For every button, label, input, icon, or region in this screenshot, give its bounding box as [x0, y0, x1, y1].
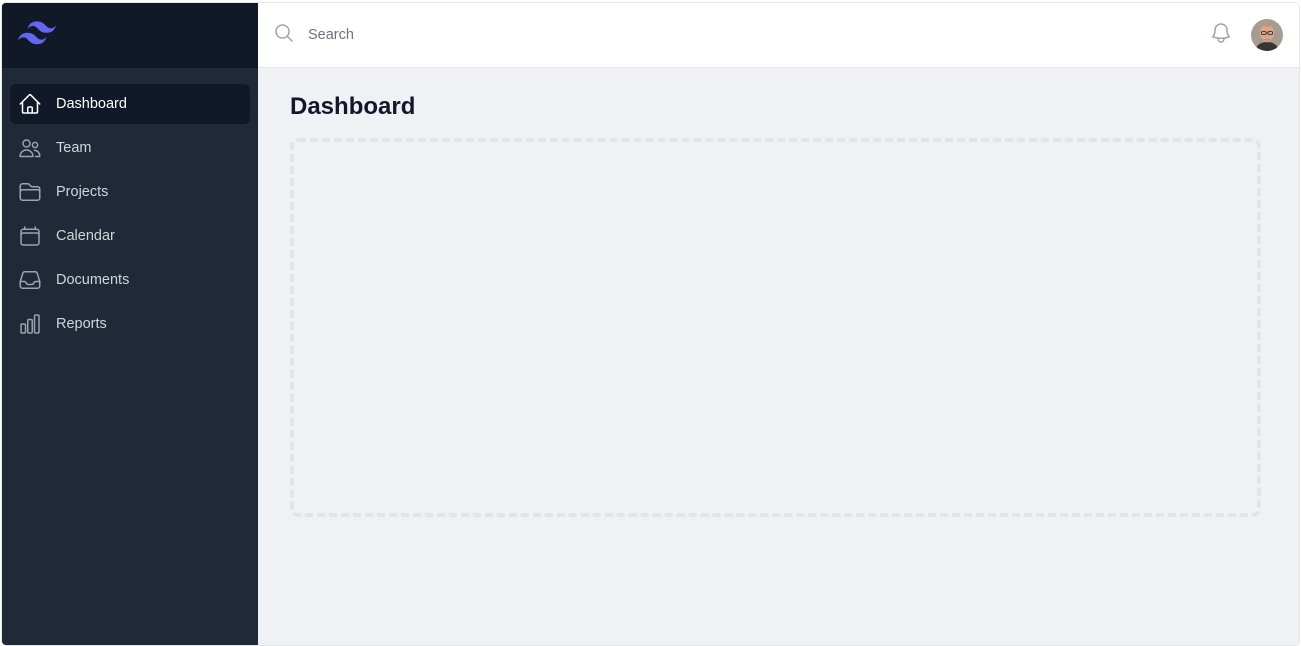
- sidebar-item-documents[interactable]: Documents: [10, 260, 250, 300]
- top-bar: [258, 3, 1299, 68]
- sidebar-item-label: Projects: [56, 184, 109, 200]
- main-area: Dashboard: [258, 3, 1299, 645]
- inbox-icon: [18, 268, 42, 292]
- sidebar-item-label: Reports: [56, 316, 107, 332]
- bell-icon[interactable]: [1209, 21, 1233, 50]
- sidebar-nav: Dashboard Team Projects Calendar Documen…: [2, 68, 258, 360]
- logo-icon[interactable]: [18, 21, 56, 50]
- sidebar-item-label: Team: [56, 140, 92, 156]
- sidebar-item-projects[interactable]: Projects: [10, 172, 250, 212]
- app-frame: Dashboard Team Projects Calendar Documen…: [2, 3, 1299, 645]
- search-input[interactable]: [306, 26, 810, 44]
- search-icon: [274, 23, 294, 48]
- folder-icon: [18, 180, 42, 204]
- search-bar: [274, 23, 1209, 48]
- top-right-actions: [1209, 19, 1283, 51]
- sidebar-item-label: Dashboard: [56, 96, 127, 112]
- home-icon: [18, 92, 42, 116]
- logo-bar: [2, 3, 258, 68]
- sidebar: Dashboard Team Projects Calendar Documen…: [2, 3, 258, 645]
- calendar-icon: [18, 224, 42, 248]
- page-title: Dashboard: [290, 93, 416, 120]
- sidebar-item-label: Calendar: [56, 228, 115, 244]
- content-placeholder: [290, 138, 1261, 517]
- sidebar-item-calendar[interactable]: Calendar: [10, 216, 250, 256]
- sidebar-item-label: Documents: [56, 272, 130, 288]
- sidebar-item-reports[interactable]: Reports: [10, 304, 250, 344]
- avatar[interactable]: [1251, 19, 1283, 51]
- sidebar-item-team[interactable]: Team: [10, 128, 250, 168]
- sidebar-item-dashboard[interactable]: Dashboard: [10, 84, 250, 124]
- main-content: Dashboard: [258, 68, 1299, 541]
- users-icon: [18, 136, 42, 160]
- chart-bar-icon: [18, 312, 42, 336]
